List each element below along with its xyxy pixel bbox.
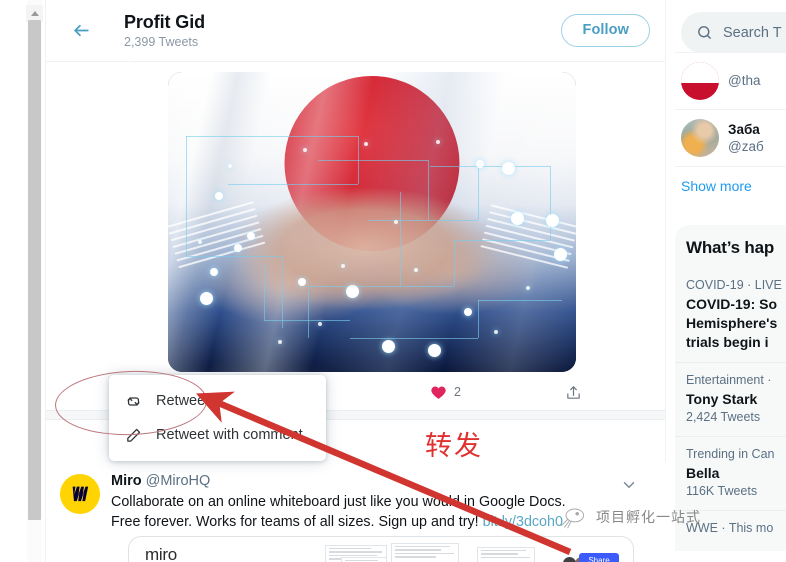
back-arrow-icon[interactable] [64,14,98,48]
trend-category: COVID-19 · LIVE [686,278,782,292]
page-scrollbar[interactable] [0,0,46,562]
avatar[interactable] [681,119,719,157]
avatar[interactable] [60,474,100,514]
watermark-logo-icon [560,508,585,529]
list-item[interactable]: THALYS @tha [675,52,786,109]
trend-category: Trending in Can [686,447,775,461]
network-overlay [168,72,576,372]
search-placeholder: Search T [723,24,782,41]
tweet-link[interactable]: bit.ly/3dcoh0 [483,514,563,530]
page-title: Profit Gid [124,11,205,32]
share-button[interactable] [565,384,582,401]
tweet-image[interactable] [168,72,576,372]
menu-item-retweet-with-comment[interactable]: Retweet with comment [109,418,326,452]
author-name[interactable]: Miro [111,473,142,489]
account-name: Забa [728,121,760,137]
show-more-link[interactable]: Show more [675,166,786,206]
profile-header: Profit Gid 2,399 Tweets Follow [46,0,665,62]
link-preview-card[interactable]: miro Share [128,536,634,562]
card-doc-thumb [477,547,535,562]
heart-filled-icon [431,386,446,399]
right-sidebar: Search T THALYS @tha Забa @zаб Show more [667,0,786,562]
header-text-block: Profit Gid 2,399 Tweets [124,11,561,51]
whats-happening-panel: What’s hap COVID-19 · LIVE COVID-19: So … [675,225,786,551]
pencil-icon [127,428,141,442]
trend-count: 116K Tweets [686,484,758,498]
trend-item[interactable]: Trending in Can Bella 116K Tweets [675,436,786,510]
who-to-follow-panel: THALYS @tha Забa @zаб Show more [675,52,786,206]
miro-logo-icon [72,486,89,502]
tweet-media[interactable] [168,72,576,372]
trend-count: 2,424 Tweets [686,410,761,424]
watermark-text: 项目孵化一站式 [596,510,701,526]
card-avatar [563,557,576,562]
trend-name: COVID-19: So Hemisphere's trials begin i [686,296,778,350]
card-doc-thumb [341,557,387,562]
menu-item-retweet-label: Retweet [156,393,210,409]
menu-item-retweet[interactable]: Retweet [109,384,326,418]
list-item[interactable]: Забa @zаб [675,109,786,166]
like-button[interactable]: 2 [430,384,461,401]
share-icon [567,385,580,399]
trend-item[interactable]: COVID-19 · LIVE COVID-19: So Hemisphere'… [675,268,786,362]
chevron-down-icon[interactable] [620,476,638,494]
follow-button[interactable]: Follow [561,14,650,47]
twitter-screenshot: #криптоновости Profit Gid 2,399 Tweets F… [0,0,786,562]
search-icon [698,26,711,39]
menu-item-retweet-with-comment-label: Retweet with comment [156,427,303,443]
trend-name: Tony Stark [686,391,758,407]
account-text: @tha [728,72,760,90]
card-doc-thumb [391,543,459,562]
card-logo: miro [145,545,177,562]
trend-item[interactable]: Entertainment · Tony Stark 2,424 Tweets [675,362,786,436]
account-handle: @zаб [728,138,764,154]
avatar[interactable]: THALYS [681,62,719,100]
search-input[interactable]: Search T [681,12,786,53]
watermark: 项目孵化一站式 [558,505,701,529]
tweet-text-line1: Collaborate on an online whiteboard just… [111,494,566,510]
trend-category: WWE · This mo [686,521,774,535]
retweet-icon [127,396,140,406]
scrollbar-thumb[interactable] [28,20,41,520]
tweet-text-line2: Free forever. Works for teams of all siz… [111,513,479,530]
trend-name: Bella [686,465,720,481]
account-handle: @tha [728,73,761,88]
card-share-button[interactable]: Share [579,553,619,562]
tweet-author-line: Miro @MiroHQ [111,472,652,491]
thalys-wordmark: THALYS [686,75,714,81]
retweet-dropdown-menu[interactable]: Retweet Retweet with comment [109,375,326,461]
section-title: What’s hap [686,238,775,257]
trend-category: Entertainment · [686,373,772,387]
tweet-count: 2,399 Tweets [124,34,199,49]
like-count: 2 [454,385,461,399]
account-text: Забa @zаб [728,121,764,156]
author-handle[interactable]: @MiroHQ [146,473,211,489]
